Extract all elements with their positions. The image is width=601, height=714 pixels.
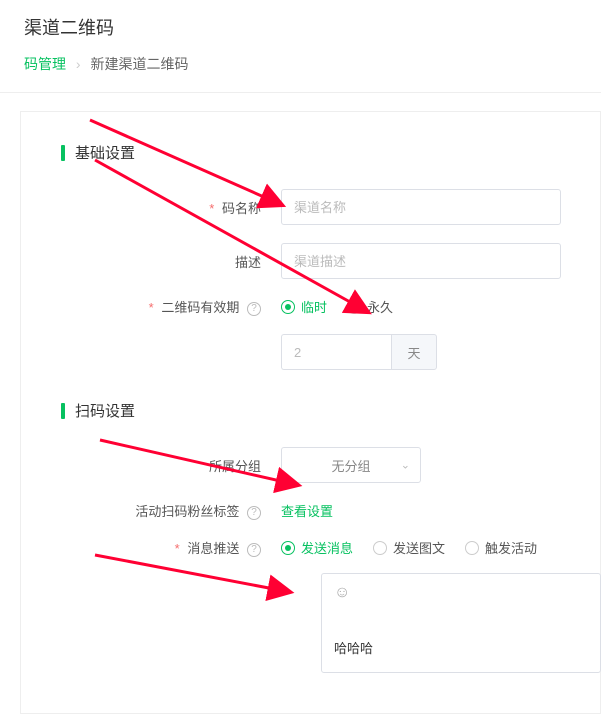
view-settings-link[interactable]: 查看设置 [281,501,333,520]
group-select[interactable]: 无分组 ⌄ [281,447,421,483]
field-description: 描述 [21,225,600,279]
days-unit: 天 [391,334,437,370]
push-content-text: 哈哈哈 [334,638,588,657]
push-teletext-label: 发送图文 [393,538,445,557]
label-code-name: * 码名称 [21,198,281,217]
days-input[interactable] [281,334,391,370]
field-group: 所属分组 无分组 ⌄ [21,429,600,483]
validity-perm-label: 永久 [367,297,393,316]
label-validity: * 二维码有效期 ? [21,297,281,316]
push-radio-teletext[interactable]: 发送图文 [373,538,445,557]
section-scan-title: 扫码设置 [21,370,600,429]
push-msg-label: 发送消息 [301,538,353,557]
push-radio-msg[interactable]: 发送消息 [281,538,353,557]
code-name-input[interactable] [281,189,561,225]
description-input[interactable] [281,243,561,279]
label-group: 所属分组 [21,456,281,475]
validity-temp-label: 临时 [301,297,327,316]
validity-radio-perm[interactable]: 永久 [347,297,393,316]
section-scan-label: 扫码设置 [75,400,135,421]
radio-dot-icon [281,541,295,555]
label-push: * 消息推送 ? [21,538,281,557]
help-icon[interactable]: ? [247,302,261,316]
required-mark: * [149,300,154,315]
radio-dot-icon [465,541,479,555]
radio-dot-icon [347,300,361,314]
chevron-down-icon: ⌄ [401,459,410,472]
field-validity-days: 天 [21,316,600,370]
push-radio-trigger[interactable]: 触发活动 [465,538,537,557]
page-title: 渠道二维码 [0,0,601,54]
radio-dot-icon [373,541,387,555]
help-icon[interactable]: ? [247,543,261,557]
smiley-icon[interactable]: ☺ [334,584,350,601]
section-accent-bar [61,145,65,161]
label-description: 描述 [21,252,281,271]
label-push-text: 消息推送 [187,541,239,556]
breadcrumb-separator: › [76,56,81,72]
push-content-box[interactable]: ☺ 哈哈哈 [321,573,601,673]
days-input-group: 天 [281,334,437,370]
section-basic-label: 基础设置 [75,142,135,163]
label-group-text: 所属分组 [209,459,261,474]
validity-radio-temp[interactable]: 临时 [281,297,327,316]
breadcrumb-current: 新建渠道二维码 [90,56,188,72]
form-panel: 基础设置 * 码名称 描述 * 二维码有效期 ? 临时 [20,111,601,714]
label-fan-tag-text: 活动扫码粉丝标签 [135,504,239,519]
push-trigger-label: 触发活动 [485,538,537,557]
section-accent-bar [61,403,65,419]
label-validity-text: 二维码有效期 [161,300,239,315]
required-mark: * [209,201,214,216]
help-icon[interactable]: ? [247,506,261,520]
field-code-name: * 码名称 [21,171,600,225]
section-basic-title: 基础设置 [21,112,600,171]
field-validity: * 二维码有效期 ? 临时 永久 [21,279,600,316]
radio-dot-icon [281,300,295,314]
label-description-text: 描述 [235,255,261,270]
field-fan-tag: 活动扫码粉丝标签 ? 查看设置 [21,483,600,520]
required-mark: * [175,541,180,556]
label-code-name-text: 码名称 [222,201,261,216]
breadcrumb: 码管理 › 新建渠道二维码 [0,54,601,93]
field-push: * 消息推送 ? 发送消息 发送图文 触发活动 [21,520,600,557]
group-select-value: 无分组 [331,456,370,475]
label-fan-tag: 活动扫码粉丝标签 ? [21,501,281,520]
breadcrumb-root-link[interactable]: 码管理 [24,56,66,72]
